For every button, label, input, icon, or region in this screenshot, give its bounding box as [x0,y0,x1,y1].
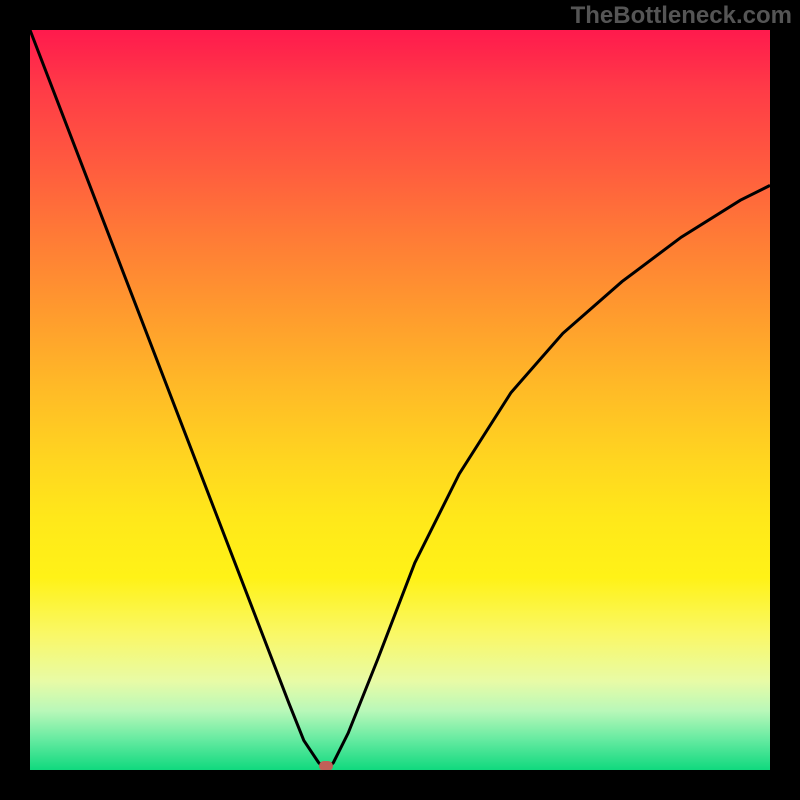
plot-area [30,30,770,770]
watermark-text: TheBottleneck.com [571,2,792,30]
bottleneck-curve [30,30,770,770]
chart-frame: TheBottleneck.com [0,0,800,800]
curve-svg [30,30,770,770]
minimum-marker [319,761,333,770]
